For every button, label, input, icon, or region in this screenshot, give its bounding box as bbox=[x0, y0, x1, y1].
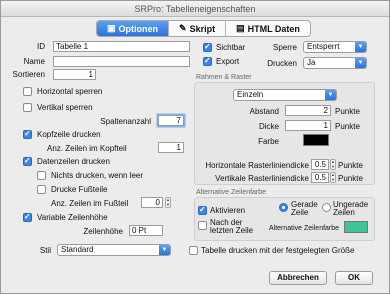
tab-optionen-label: Optionen bbox=[118, 23, 159, 34]
ok-button[interactable]: OK bbox=[335, 271, 373, 285]
visible-checkbox[interactable] bbox=[203, 42, 212, 52]
v-grid-unit: Punkte bbox=[338, 174, 363, 183]
horizontal-lock-label: Horizontal sperren bbox=[37, 87, 103, 96]
horizontal-lock-checkbox[interactable] bbox=[23, 87, 32, 96]
distance-input[interactable]: 2 bbox=[285, 105, 331, 116]
tab-html-label: HTML Daten bbox=[247, 23, 300, 34]
script-icon: ✎ bbox=[179, 23, 187, 33]
chevron-down-icon: ▼ bbox=[355, 42, 366, 52]
sort-input[interactable]: 1 bbox=[53, 69, 96, 80]
html-icon: ▤ bbox=[236, 23, 245, 33]
print-data-rows-checkbox[interactable] bbox=[23, 156, 32, 166]
h-grid-stepper[interactable]: ▲ ▼ bbox=[330, 159, 336, 170]
header-rows-label: Anz. Zeilen im Kopfteil bbox=[47, 144, 127, 153]
thickness-label: Dicke bbox=[258, 122, 279, 131]
thickness-input[interactable]: 1 bbox=[285, 120, 331, 131]
name-input[interactable] bbox=[53, 56, 190, 67]
skip-empty-label: Nichts drucken, wenn leer bbox=[51, 171, 144, 180]
v-grid-label: Vertikale Rasterliniendicke bbox=[215, 174, 309, 183]
color-label: Farbe bbox=[258, 137, 279, 146]
activate-label: Aktivieren bbox=[210, 206, 246, 215]
style-select-value: Standard bbox=[61, 245, 94, 254]
export-checkbox[interactable] bbox=[203, 56, 212, 66]
variable-row-height-checkbox[interactable] bbox=[23, 212, 32, 222]
print-footer-checkbox[interactable] bbox=[37, 185, 46, 194]
print-fixed-size-checkbox[interactable] bbox=[189, 246, 198, 255]
odd-rows-radio[interactable] bbox=[322, 203, 331, 212]
variable-row-height-label: Variable Zeilenhöhe bbox=[37, 213, 108, 222]
footer-rows-input[interactable]: 0 bbox=[141, 197, 163, 208]
print-fixed-size-label: Tabelle drucken mit der festgelegten Grö… bbox=[201, 246, 355, 255]
name-label: Name bbox=[23, 57, 45, 66]
distance-label: Abstand bbox=[249, 107, 279, 116]
window-title: SRPro: Tabelleneigenschaften bbox=[1, 1, 389, 17]
odd-rows-label: Ungerade Zeilen bbox=[333, 200, 369, 217]
column-count-input[interactable]: 7 bbox=[158, 115, 184, 126]
print-label: Drucken bbox=[267, 59, 297, 68]
alt-color-label: Alternative Zeilenfarbe bbox=[269, 225, 340, 232]
h-grid-label: Horizontale Rasterliniendicke bbox=[205, 161, 309, 170]
dialog-window: SRPro: Tabelleneigenschaften ▣ Optionen … bbox=[0, 0, 390, 294]
activate-checkbox[interactable] bbox=[198, 205, 207, 215]
row-height-label: Zeilenhöhe bbox=[83, 227, 123, 236]
h-grid-input[interactable]: 0.5 bbox=[311, 159, 329, 170]
v-grid-input[interactable]: 0.5 bbox=[311, 172, 329, 183]
print-header-checkbox[interactable] bbox=[23, 129, 32, 139]
lock-select[interactable]: Entsperrt ▼ bbox=[303, 41, 367, 53]
lock-label: Sperre bbox=[272, 43, 297, 52]
print-select[interactable]: Ja ▼ bbox=[303, 57, 367, 69]
export-label: Export bbox=[216, 57, 240, 66]
skip-empty-checkbox[interactable] bbox=[37, 171, 46, 180]
frame-group-title: Rahmen & Raster bbox=[196, 74, 252, 81]
segmented-tabs: ▣ Optionen ✎ Skript ▤ HTML Daten bbox=[96, 20, 311, 37]
alt-group-title: Alternative Zeilenfarbe bbox=[196, 189, 267, 196]
print-header-label: Kopfzeile drucken bbox=[37, 130, 101, 139]
print-select-value: Ja bbox=[307, 58, 316, 67]
footer-rows-stepper[interactable]: ▲ ▼ bbox=[165, 197, 171, 208]
even-rows-radio[interactable] bbox=[279, 203, 288, 212]
id-label: ID bbox=[37, 42, 45, 51]
after-last-row-label: Nach der letzten Zeile bbox=[210, 218, 254, 235]
options-icon: ▣ bbox=[107, 23, 116, 33]
tab-bar: ▣ Optionen ✎ Skript ▤ HTML Daten bbox=[1, 18, 389, 40]
frame-select-value: Einzeln bbox=[237, 90, 264, 99]
distance-unit: Punkte bbox=[335, 107, 360, 116]
chevron-down-icon: ▼ bbox=[355, 58, 366, 68]
tab-skript[interactable]: ✎ Skript bbox=[169, 21, 227, 36]
vertical-lock-checkbox[interactable] bbox=[23, 103, 32, 112]
visible-label: Sichtbar bbox=[216, 43, 246, 52]
alt-color-swatch[interactable] bbox=[344, 221, 368, 233]
after-last-row-checkbox[interactable] bbox=[198, 221, 207, 230]
id-input[interactable]: Tabelle 1 bbox=[53, 41, 190, 52]
tab-html-daten[interactable]: ▤ HTML Daten bbox=[226, 21, 310, 36]
row-height-input[interactable]: 0 Pt bbox=[129, 225, 163, 236]
thickness-unit: Punkte bbox=[335, 122, 360, 131]
print-footer-label: Drucke Fußteile bbox=[51, 185, 108, 194]
print-data-rows-label: Datenzeilen drucken bbox=[37, 157, 110, 166]
footer-rows-label: Anz. Zeilen im Fußteil bbox=[51, 199, 129, 208]
lock-select-value: Entsperrt bbox=[307, 42, 340, 51]
h-grid-unit: Punkte bbox=[338, 161, 363, 170]
tab-skript-label: Skript bbox=[189, 23, 216, 34]
frame-select[interactable]: Einzeln ▼ bbox=[233, 89, 337, 101]
sort-label: Sortieren bbox=[12, 70, 45, 79]
chevron-down-icon: ▼ bbox=[159, 245, 170, 255]
cancel-button[interactable]: Abbrechen bbox=[269, 271, 327, 285]
frame-color-swatch[interactable] bbox=[303, 134, 329, 146]
style-select[interactable]: Standard ▼ bbox=[57, 244, 171, 256]
header-rows-input[interactable]: 1 bbox=[158, 142, 184, 153]
column-count-label: Spaltenanzahl bbox=[100, 117, 151, 126]
even-rows-label: Gerade Zeile bbox=[291, 200, 318, 217]
v-grid-stepper[interactable]: ▲ ▼ bbox=[330, 172, 336, 183]
tab-optionen[interactable]: ▣ Optionen bbox=[97, 21, 170, 36]
vertical-lock-label: Vertikal sperren bbox=[37, 103, 93, 112]
style-label: Stil bbox=[39, 246, 51, 255]
chevron-down-icon: ▼ bbox=[325, 90, 336, 100]
